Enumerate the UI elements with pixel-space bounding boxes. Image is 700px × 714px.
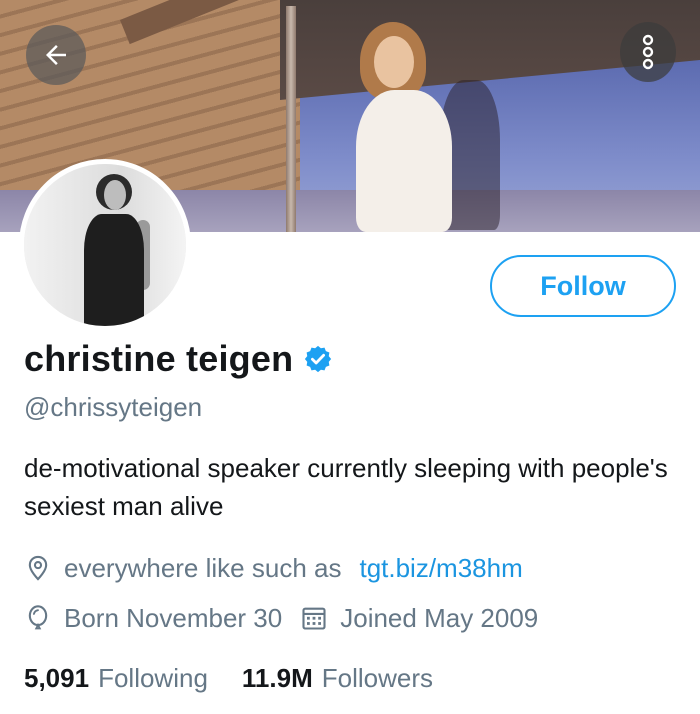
user-handle: @chrissyteigen — [24, 392, 203, 422]
calendar-icon — [300, 604, 328, 632]
arrow-left-icon — [46, 45, 66, 65]
followers-label: Followers — [321, 662, 433, 693]
follow-button[interactable]: Follow — [490, 255, 676, 317]
location-row: everywhere like such as tgt.biz/m38hm — [24, 550, 523, 586]
following-stat[interactable]: 5,091 Following — [24, 663, 208, 694]
birthday-text: Born November 30 — [64, 602, 283, 633]
location-pin-icon — [24, 554, 52, 582]
profile-name-row: christine teigen — [24, 334, 333, 384]
more-vertical-icon — [642, 34, 654, 70]
more-options-button[interactable] — [620, 22, 676, 82]
followers-stat[interactable]: 11.9M Followers — [242, 663, 433, 694]
banner-pole — [286, 6, 296, 232]
balloon-icon — [24, 604, 52, 632]
following-label: Following — [98, 662, 208, 693]
follow-stats: 5,091 Following 11.9M Followers — [24, 660, 433, 696]
banner-person — [352, 22, 462, 232]
display-name: christine teigen — [24, 338, 294, 379]
profile-bio: de-motivational speaker currently sleepi… — [24, 453, 668, 521]
joined-date-text: Joined May 2009 — [340, 602, 539, 633]
dates-row: Born November 30 Joined May 2009 — [24, 600, 538, 636]
back-button[interactable] — [26, 25, 86, 85]
following-count: 5,091 — [24, 662, 90, 693]
verified-badge-icon — [305, 345, 332, 373]
profile-url-link[interactable]: tgt.biz/m38hm — [359, 553, 522, 584]
avatar[interactable] — [19, 159, 191, 331]
followers-count: 11.9M — [241, 662, 313, 693]
location-text: everywhere like such as — [64, 552, 342, 583]
